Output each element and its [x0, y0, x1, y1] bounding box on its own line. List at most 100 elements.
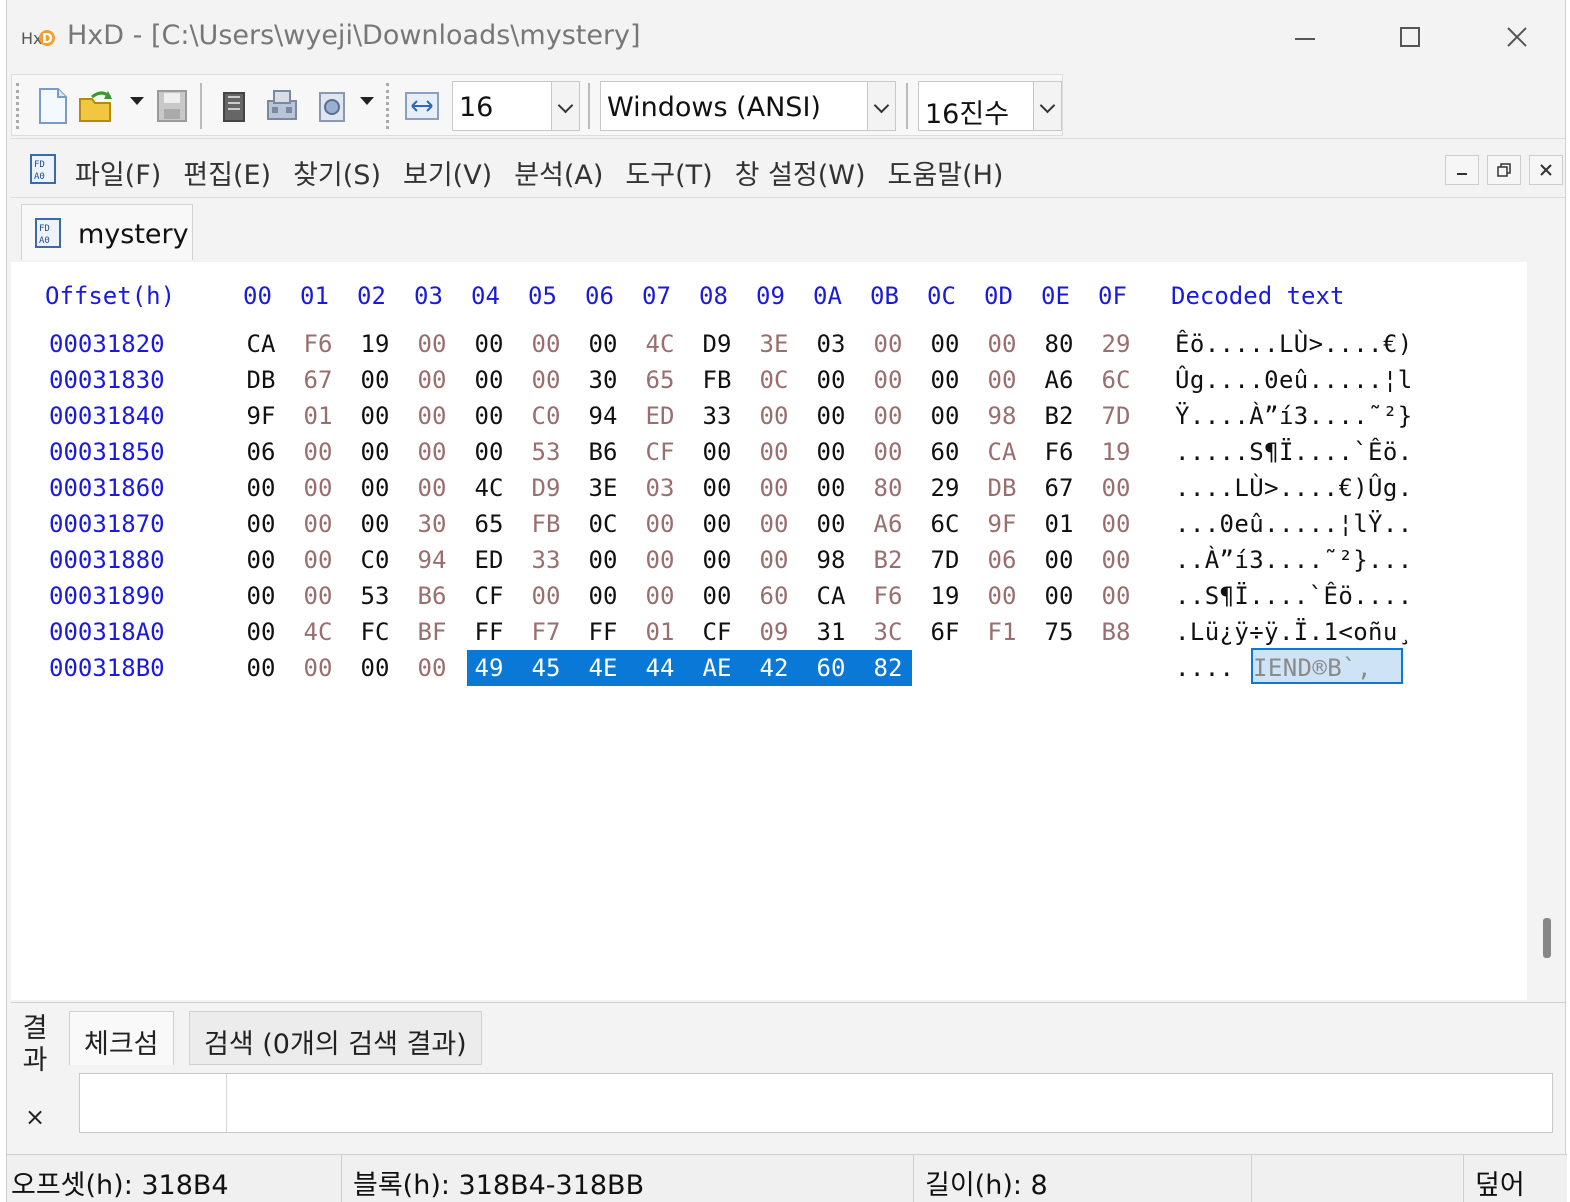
hex-byte[interactable]: A6 — [868, 510, 908, 538]
hex-byte[interactable]: 00 — [241, 618, 281, 646]
menu-search[interactable]: 찾기(S) — [293, 153, 381, 192]
hex-byte[interactable]: 29 — [925, 474, 965, 502]
open-ram-icon[interactable] — [264, 87, 300, 125]
hex-byte[interactable]: 00 — [697, 582, 737, 610]
hex-byte[interactable]: 00 — [868, 366, 908, 394]
hex-byte[interactable]: FB — [697, 366, 737, 394]
bytes-per-row-select[interactable]: 16 — [452, 81, 580, 131]
menu-tools[interactable]: 도구(T) — [625, 153, 712, 192]
hex-byte[interactable]: CA — [241, 330, 281, 358]
hex-byte[interactable]: 00 — [811, 366, 851, 394]
hex-byte[interactable]: 94 — [583, 402, 623, 430]
hex-byte[interactable]: 9F — [241, 402, 281, 430]
results-column-divider[interactable] — [226, 1074, 227, 1132]
hex-byte[interactable]: 00 — [754, 402, 794, 430]
hex-byte[interactable]: 60 — [754, 582, 794, 610]
hex-byte[interactable]: 60 — [811, 654, 851, 682]
mdi-restore-button[interactable] — [1487, 155, 1521, 185]
hex-byte[interactable]: 45 — [526, 654, 566, 682]
hex-byte[interactable]: A6 — [1039, 366, 1079, 394]
hex-row[interactable]: 00031850 06 00 00 00 00 53 B6 CF 00 00 00 00 60 CA F6 19… — [11, 438, 1527, 474]
hex-byte[interactable]: 00 — [469, 438, 509, 466]
hex-byte[interactable]: 00 — [697, 474, 737, 502]
hex-byte[interactable]: 00 — [754, 546, 794, 574]
menu-analysis[interactable]: 분석(A) — [514, 153, 603, 192]
hex-row[interactable]: 00031890 00 00 53 B6 CF 00 00 00 00 60 CA F6 19 00 00 00… — [11, 582, 1527, 618]
hex-byte[interactable]: 01 — [640, 618, 680, 646]
hex-byte[interactable]: 00 — [241, 546, 281, 574]
hex-byte[interactable]: 09 — [754, 618, 794, 646]
close-button[interactable] — [1487, 12, 1547, 62]
hex-byte[interactable]: 53 — [355, 582, 395, 610]
hex-byte[interactable]: 98 — [811, 546, 851, 574]
menu-view[interactable]: 보기(V) — [403, 153, 492, 192]
hex-byte[interactable]: 00 — [412, 474, 452, 502]
decoded-text[interactable]: Êö.....LÙ>....€) — [1175, 330, 1413, 358]
hex-byte[interactable]: 94 — [412, 546, 452, 574]
hex-byte[interactable]: 33 — [526, 546, 566, 574]
hex-byte[interactable]: AE — [697, 654, 737, 682]
save-icon[interactable] — [154, 87, 190, 125]
hex-byte[interactable]: D9 — [697, 330, 737, 358]
hex-byte[interactable]: 00 — [697, 510, 737, 538]
menu-file[interactable]: 파일(F) — [75, 153, 161, 192]
decoded-text[interactable]: ...0eû.....¦lŸ.. — [1175, 510, 1413, 538]
hex-byte[interactable]: 00 — [640, 546, 680, 574]
mdi-close-button[interactable] — [1529, 155, 1563, 185]
hex-byte[interactable]: 00 — [241, 654, 281, 682]
hex-byte[interactable]: CF — [697, 618, 737, 646]
hex-byte[interactable]: 30 — [583, 366, 623, 394]
chevron-down-icon[interactable] — [551, 82, 579, 130]
hex-row[interactable]: 000318B0 00 00 00 00 49 45 4E 44 AE 42 60 82.... IEND… — [11, 648, 1527, 690]
hex-byte[interactable]: 67 — [1039, 474, 1079, 502]
hex-byte[interactable]: 82 — [868, 654, 908, 682]
hex-byte[interactable]: 06 — [982, 546, 1022, 574]
hex-byte[interactable]: 44 — [640, 654, 680, 682]
new-file-icon[interactable] — [34, 87, 70, 125]
hex-byte[interactable]: 65 — [469, 510, 509, 538]
hex-byte[interactable]: CA — [811, 582, 851, 610]
hex-byte[interactable]: 00 — [583, 330, 623, 358]
hex-byte[interactable]: 00 — [982, 582, 1022, 610]
hex-byte[interactable]: BF — [412, 618, 452, 646]
hex-byte[interactable]: 00 — [469, 366, 509, 394]
hex-byte[interactable]: 00 — [241, 582, 281, 610]
hex-byte[interactable]: 00 — [697, 438, 737, 466]
hex-byte[interactable]: 19 — [355, 330, 395, 358]
hex-byte[interactable]: ED — [640, 402, 680, 430]
decoded-text[interactable]: ....LÙ>....€)Ûg. — [1175, 474, 1413, 502]
hex-byte[interactable]: 4C — [298, 618, 338, 646]
hex-byte[interactable]: 00 — [583, 546, 623, 574]
results-list[interactable] — [79, 1073, 1553, 1133]
hex-byte[interactable]: D9 — [526, 474, 566, 502]
hex-byte[interactable]: 00 — [1096, 546, 1136, 574]
hex-byte[interactable]: 00 — [868, 402, 908, 430]
hex-byte[interactable]: 9F — [982, 510, 1022, 538]
hex-byte[interactable]: 4C — [640, 330, 680, 358]
tools-icon[interactable] — [314, 87, 350, 125]
hex-byte[interactable]: 00 — [298, 510, 338, 538]
scrollbar-thumb[interactable] — [1543, 918, 1551, 958]
hex-byte[interactable]: 49 — [469, 654, 509, 682]
hex-byte[interactable]: 00 — [925, 366, 965, 394]
mdi-minimize-button[interactable] — [1445, 155, 1479, 185]
hex-byte[interactable]: CA — [982, 438, 1022, 466]
hex-byte[interactable]: 80 — [1039, 330, 1079, 358]
hex-byte[interactable]: 03 — [811, 330, 851, 358]
hex-byte[interactable]: 7D — [1096, 402, 1136, 430]
hex-byte[interactable]: CF — [640, 438, 680, 466]
hex-byte[interactable]: 00 — [355, 402, 395, 430]
hex-byte[interactable]: 00 — [412, 366, 452, 394]
hex-byte[interactable]: 29 — [1096, 330, 1136, 358]
hex-byte[interactable]: 00 — [868, 330, 908, 358]
hex-byte[interactable]: 65 — [640, 366, 680, 394]
hex-byte[interactable]: 6C — [925, 510, 965, 538]
decoded-selected-text[interactable]: IEND®B`‚ — [1253, 654, 1372, 682]
menu-edit[interactable]: 편집(E) — [183, 153, 271, 192]
hex-byte[interactable]: 00 — [982, 330, 1022, 358]
hex-byte[interactable]: B2 — [1039, 402, 1079, 430]
decoded-text[interactable]: ..À”í3....˜²}... — [1175, 546, 1413, 574]
hex-byte[interactable]: 00 — [925, 330, 965, 358]
hex-byte[interactable]: C0 — [355, 546, 395, 574]
status-mode[interactable]: 덮어 — [1475, 1163, 1525, 1202]
